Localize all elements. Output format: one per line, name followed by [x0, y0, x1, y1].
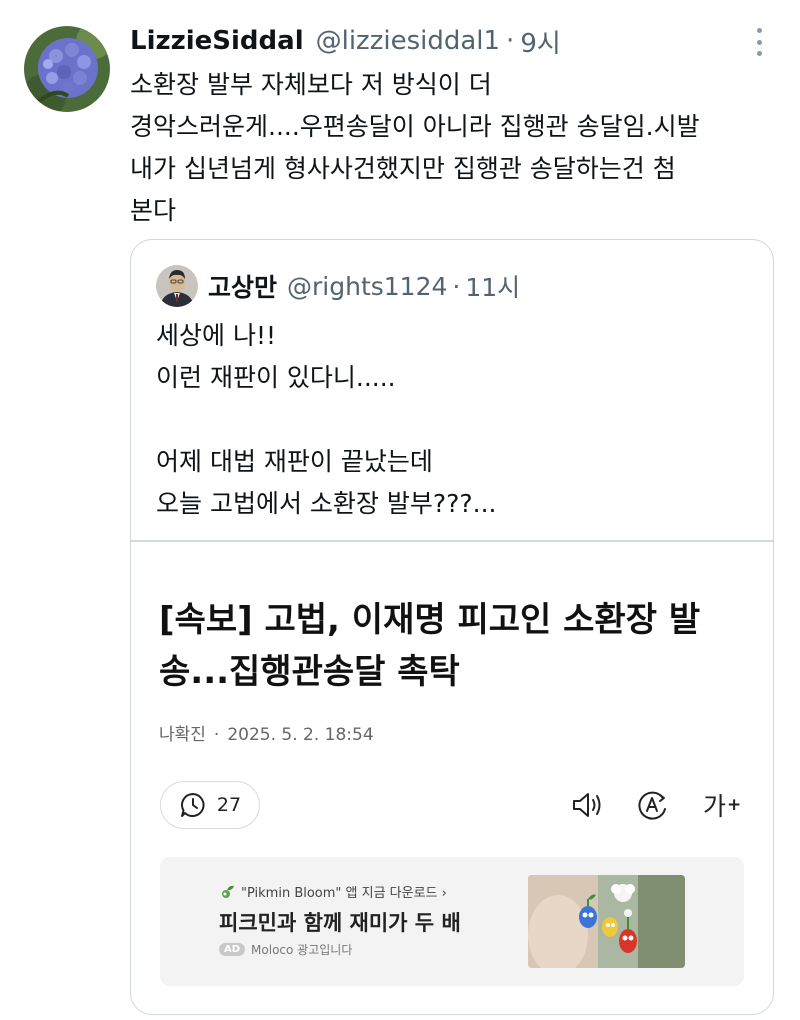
tweet-text-line: 소환장 발부 자체보다 저 방식이 더 [130, 70, 492, 99]
tweet-header: LizzieSiddal @lizziesiddal1 · 9시 [130, 23, 561, 60]
font-size-button[interactable]: 가 + [703, 788, 741, 822]
quote-text-line: 세상에 나!! [156, 321, 276, 350]
quote-display-name[interactable]: 고상만 [208, 268, 277, 304]
article-headline: [속보] 고법, 이재명 피고인 소환장 발 송...집행관송달 촉탁 [159, 594, 749, 698]
speaker-icon [573, 793, 601, 817]
comment-count-button[interactable]: 27 [160, 781, 260, 829]
quote-time[interactable]: 11시 [465, 268, 520, 304]
hydrangea-avatar-image [24, 26, 110, 112]
pikmin-ad-image [528, 875, 685, 968]
quote-text-line: 이런 재판이 있다니..... [156, 363, 396, 392]
ad-banner[interactable]: "Pikmin Bloom" 앱 지금 다운로드 › 피크민과 함께 재미가 두… [160, 857, 744, 986]
comment-count: 27 [216, 794, 242, 816]
ad-sponsor-text: Moloco 광고입니다 [251, 943, 353, 957]
comment-clock-icon [180, 793, 205, 817]
tweet-time[interactable]: 9시 [520, 23, 560, 60]
translate-icon [638, 791, 666, 820]
ad-image[interactable] [528, 875, 685, 968]
quote-header: 고상만 @rights1124 · 11시 [156, 264, 520, 308]
display-name[interactable]: LizzieSiddal [130, 26, 304, 56]
quote-text-line: 오늘 고법에서 소환장 발부???... [156, 489, 497, 518]
quote-header-separator: · [452, 271, 461, 301]
quote-avatar[interactable] [156, 265, 198, 307]
ad-badge: AD [219, 943, 246, 956]
font-size-plus: + [727, 795, 742, 815]
quoted-tweet-card[interactable]: 고상만 @rights1124 · 11시 세상에 나!! 이런 재판이 있다니… [130, 239, 774, 1015]
tweet-text-line: 내가 십년넘게 형사사건했지만 집행관 송달하는건 첨 [130, 154, 676, 183]
more-dots-icon[interactable] [752, 28, 766, 56]
article-date: 2025. 5. 2. 18:54 [227, 725, 374, 745]
article-headline-line: [속보] 고법, 이재명 피고인 소환장 발 [159, 600, 701, 640]
quote-text: 세상에 나!! 이런 재판이 있다니..... 어제 대법 재판이 끝났는데 오… [156, 315, 756, 525]
article-headline-line: 송...집행관송달 촉탁 [159, 652, 460, 692]
ad-source[interactable]: "Pikmin Bloom" 앱 지금 다운로드 › [219, 882, 447, 901]
tweet-text-line: 경악스러운게....우편송달이 아니라 집행관 송달임.시발 [130, 112, 700, 141]
article-meta: 나확진 · 2025. 5. 2. 18:54 [159, 720, 374, 745]
pikmin-leaf-icon [222, 885, 234, 898]
quote-text-line: 어제 대법 재판이 끝났는데 [156, 447, 433, 476]
font-size-icon: 가 [703, 792, 727, 821]
ad-source-text: "Pikmin Bloom" 앱 지금 다운로드 › [241, 886, 447, 901]
man-portrait-avatar-image [156, 265, 198, 307]
tweet-text-line: 본다 [130, 196, 177, 225]
user-avatar[interactable] [24, 26, 110, 112]
speaker-button[interactable] [571, 788, 607, 822]
ad-title[interactable]: 피크민과 함께 재미가 두 배 [219, 907, 461, 937]
header-separator: · [506, 26, 515, 56]
user-handle[interactable]: @lizziesiddal1 [316, 26, 500, 56]
quote-user-handle[interactable]: @rights1124 [287, 272, 447, 301]
ad-sponsor: AD Moloco 광고입니다 [219, 941, 352, 958]
tweet-text: 소환장 발부 자체보다 저 방식이 더 경악스러운게....우편송달이 아니라 … [130, 64, 770, 232]
article-meta-separator: · [213, 725, 220, 745]
quote-divider [131, 540, 773, 542]
quote-text-line [156, 399, 756, 441]
article-reporter: 나확진 [159, 725, 206, 745]
translate-button[interactable] [636, 788, 670, 822]
